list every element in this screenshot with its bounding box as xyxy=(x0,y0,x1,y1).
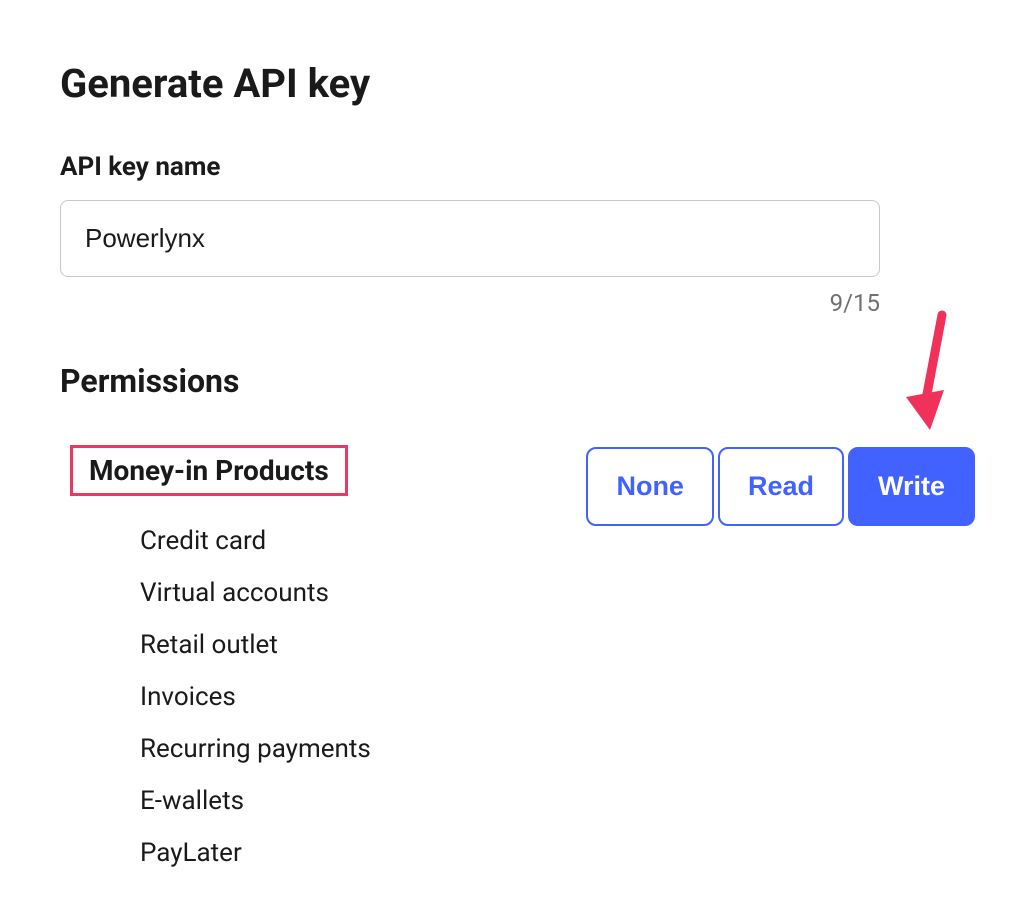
permissions-section-title: Permissions xyxy=(60,362,972,400)
permission-toggle-group: None Read Write xyxy=(586,447,975,526)
api-key-name-input[interactable] xyxy=(60,200,880,277)
char-counter: 9/15 xyxy=(60,289,880,317)
permission-group-row: Money-in Products Credit card Virtual ac… xyxy=(60,445,975,868)
permission-items-list: Credit card Virtual accounts Retail outl… xyxy=(140,526,371,868)
page-title: Generate API key xyxy=(60,60,972,107)
permission-item: Credit card xyxy=(140,526,371,556)
permission-none-button[interactable]: None xyxy=(586,447,714,526)
permission-item: Virtual accounts xyxy=(140,578,371,608)
permission-item: E-wallets xyxy=(140,786,371,816)
api-key-name-section: API key name 9/15 xyxy=(60,152,972,317)
permission-write-button[interactable]: Write xyxy=(848,447,975,526)
permission-item: Invoices xyxy=(140,682,371,712)
permission-read-button[interactable]: Read xyxy=(718,447,844,526)
permission-item: Retail outlet xyxy=(140,630,371,660)
permission-item: PayLater xyxy=(140,838,371,868)
permission-item: Recurring payments xyxy=(140,734,371,764)
permission-group-left: Money-in Products Credit card Virtual ac… xyxy=(60,445,371,868)
api-key-name-label: API key name xyxy=(60,152,972,182)
permission-group-name: Money-in Products xyxy=(70,445,348,496)
